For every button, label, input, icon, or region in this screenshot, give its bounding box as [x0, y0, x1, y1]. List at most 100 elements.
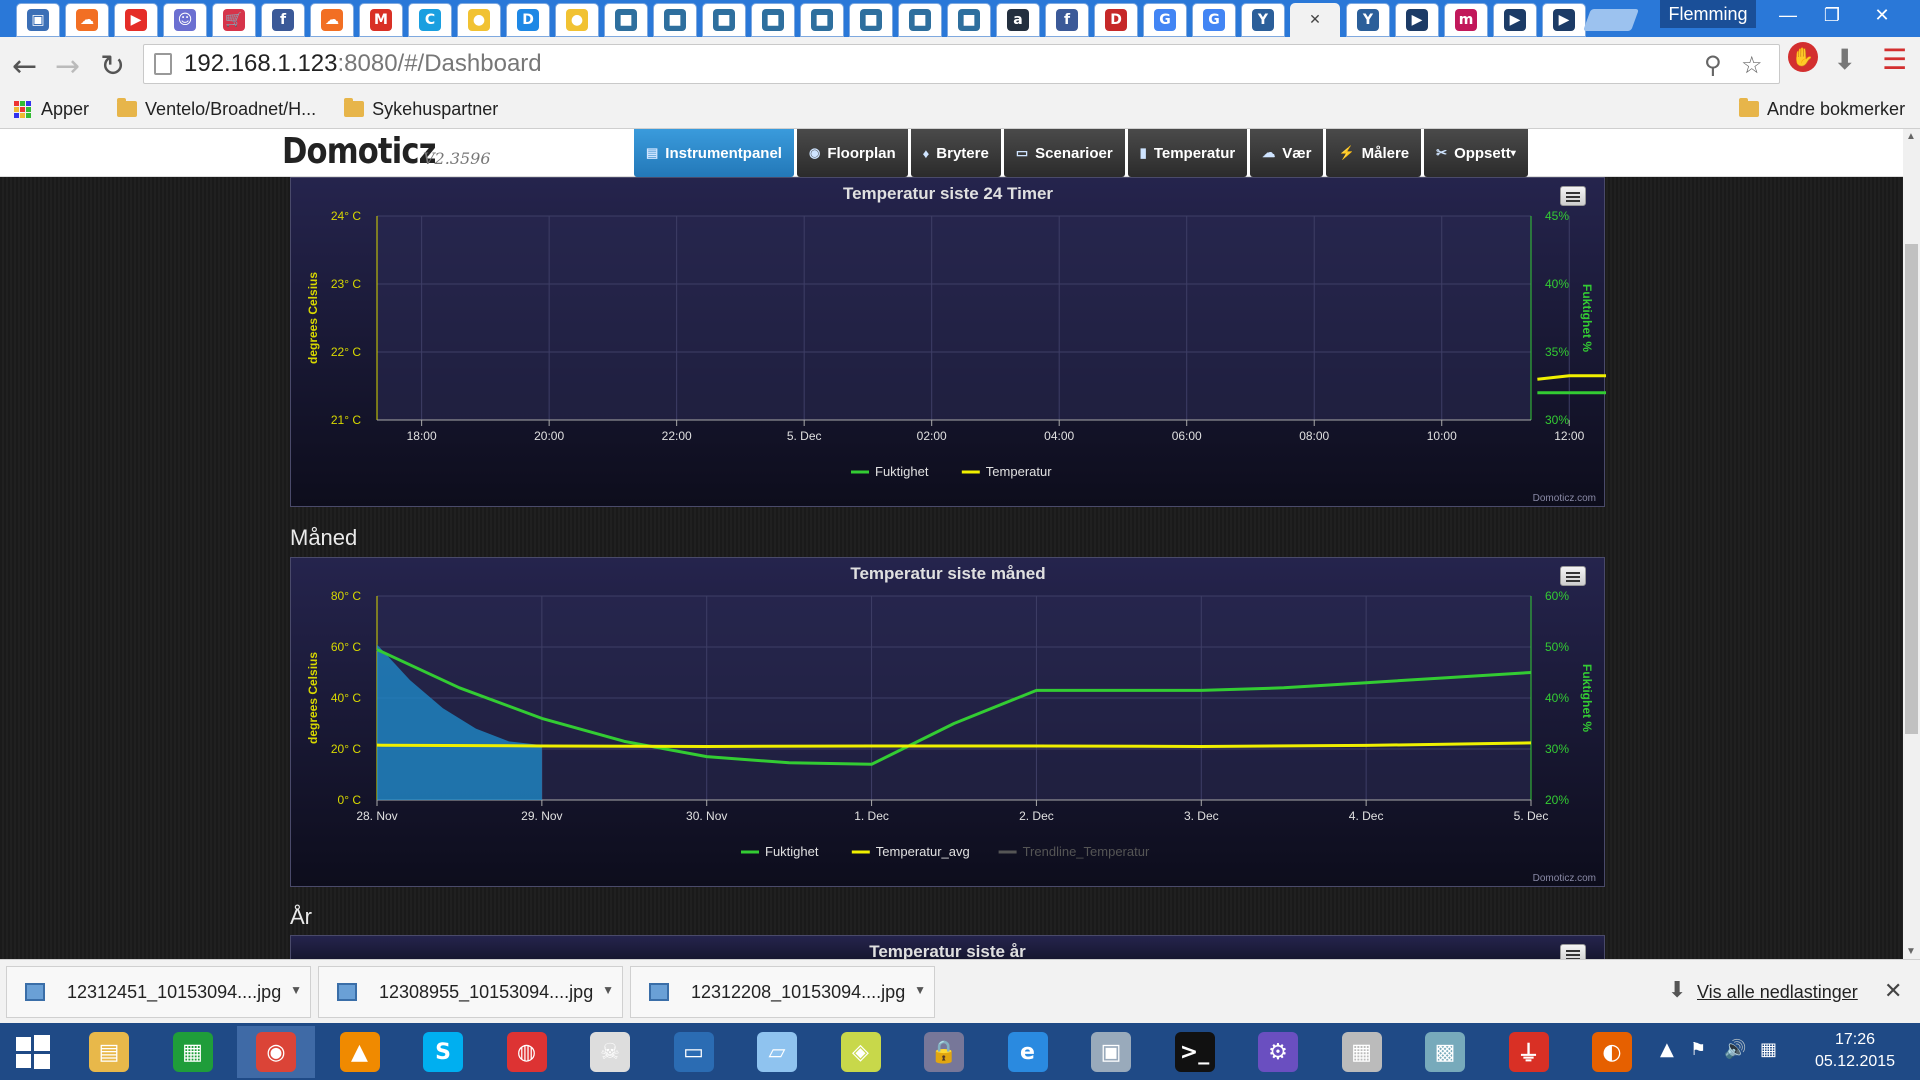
taskbar-app[interactable]: e [989, 1026, 1067, 1078]
browser-tab[interactable]: ▶ [1493, 3, 1537, 37]
reload-button-icon[interactable]: ↻ [100, 49, 125, 84]
bookmark-folder-sykehuspartner[interactable]: Sykehuspartner [344, 98, 498, 120]
show-all-downloads-link[interactable]: Vis alle nedlastinger [1697, 982, 1858, 1003]
nav-scenarioer[interactable]: ▭ Scenarioer [1003, 129, 1125, 177]
browser-tab[interactable]: G [1192, 3, 1236, 37]
new-tab-button[interactable] [1582, 9, 1640, 31]
browser-tab[interactable]: ■ [898, 3, 942, 37]
browser-tab[interactable]: ▶ [1542, 3, 1586, 37]
url-text[interactable]: 192.168.1.123:8080/#/Dashboard [184, 50, 542, 78]
chart-credit[interactable]: Domoticz.com [1533, 873, 1596, 884]
scroll-down-icon[interactable]: ▼ [1906, 946, 1916, 957]
download-item[interactable]: 12312208_10153094....jpg ▼ [630, 966, 935, 1018]
dropdown-arrow-icon[interactable]: ▼ [290, 983, 302, 997]
taskbar-app[interactable]: ▩ [1406, 1026, 1484, 1078]
legend-item[interactable]: Fuktighet [741, 844, 819, 859]
taskbar-app[interactable]: ⚙ [1239, 1026, 1317, 1078]
dropdown-arrow-icon[interactable]: ▼ [602, 983, 614, 997]
close-window-icon[interactable]: ✕ [1858, 0, 1906, 30]
browser-tab[interactable]: C [408, 3, 452, 37]
minimize-icon[interactable]: — [1764, 0, 1812, 30]
legend-item[interactable]: Fuktighet [851, 464, 929, 479]
taskbar-app[interactable]: ◐ [1573, 1026, 1651, 1078]
taskbar-app[interactable]: ▭ [655, 1026, 733, 1078]
bookmark-folder-ventelo[interactable]: Ventelo/Broadnet/H... [117, 98, 316, 120]
restore-icon[interactable]: ❐ [1808, 0, 1856, 30]
browser-tab[interactable]: ■ [947, 3, 991, 37]
other-bookmarks[interactable]: Andre bokmerker [1739, 98, 1905, 120]
browser-tab[interactable]: ▶ [1395, 3, 1439, 37]
download-item[interactable]: 12312451_10153094....jpg ▼ [6, 966, 311, 1018]
browser-tab[interactable]: ▶ [114, 3, 158, 37]
menu-icon[interactable]: ☰ [1882, 43, 1907, 76]
browser-tab[interactable]: ▣ [16, 3, 60, 37]
browser-tab[interactable]: ☁ [310, 3, 354, 37]
action-center-flag-icon[interactable]: ⚑ [1690, 1039, 1706, 1060]
browser-tab[interactable]: ☺ [163, 3, 207, 37]
taskbar-app[interactable]: S [404, 1026, 482, 1078]
start-button[interactable] [0, 1026, 66, 1078]
browser-tab[interactable]: ● [555, 3, 599, 37]
legend-item[interactable]: Trendline_Temperatur [998, 844, 1150, 859]
browser-tab[interactable]: ■ [702, 3, 746, 37]
nav-temperatur[interactable]: ▮ Temperatur [1127, 129, 1248, 177]
system-clock[interactable]: 17:26 05.12.2015 [1800, 1029, 1910, 1073]
browser-tab[interactable]: D [1094, 3, 1138, 37]
adblock-icon[interactable]: ✋ [1788, 42, 1818, 72]
browser-tab[interactable]: Y [1241, 3, 1285, 37]
nav-brytere[interactable]: ♦ Brytere [910, 129, 1001, 177]
browser-tab[interactable]: G [1143, 3, 1187, 37]
browser-tab[interactable]: ■ [849, 3, 893, 37]
scroll-up-icon[interactable]: ▲ [1906, 131, 1916, 142]
taskbar-app[interactable]: ▦ [154, 1026, 232, 1078]
browser-tab[interactable]: ☁ [65, 3, 109, 37]
taskbar-app[interactable]: ▦ [1323, 1026, 1401, 1078]
browser-tab[interactable]: M [359, 3, 403, 37]
download-item[interactable]: 12308955_10153094....jpg ▼ [318, 966, 623, 1018]
browser-tab[interactable]: D [506, 3, 550, 37]
browser-tab[interactable]: m [1444, 3, 1488, 37]
browser-tab[interactable]: ● [457, 3, 501, 37]
close-download-bar-icon[interactable]: ✕ [1884, 978, 1902, 1004]
back-button-icon[interactable]: ← [12, 49, 37, 84]
network-icon[interactable]: ▦ [1760, 1039, 1777, 1060]
browser-tab[interactable]: a [996, 3, 1040, 37]
chart-menu-button[interactable] [1560, 186, 1586, 206]
forward-button-icon[interactable]: → [55, 49, 80, 84]
browser-tab[interactable]: ✕ [1290, 3, 1340, 37]
browser-tab[interactable]: 🛒 [212, 3, 256, 37]
taskbar-app[interactable]: ⏚ [1490, 1026, 1568, 1078]
taskbar-app[interactable]: ◉ [237, 1026, 315, 1078]
taskbar-app[interactable]: ◍ [488, 1026, 566, 1078]
nav-v-r[interactable]: ☁ Vær [1250, 129, 1324, 177]
star-icon[interactable]: ☆ [1741, 51, 1763, 79]
taskbar-app[interactable]: ☠ [571, 1026, 649, 1078]
browser-tab[interactable]: Y [1346, 3, 1390, 37]
profile-name[interactable]: Flemming [1660, 0, 1756, 28]
page-scrollbar[interactable]: ▲ ▼ [1903, 129, 1920, 959]
taskbar-app[interactable]: 🔒 [905, 1026, 983, 1078]
download-arrow-icon[interactable]: ⬇ [1833, 43, 1856, 76]
browser-tab[interactable]: ■ [751, 3, 795, 37]
browser-tab[interactable]: f [261, 3, 305, 37]
browser-tab[interactable]: ■ [604, 3, 648, 37]
nav-floorplan[interactable]: ◉ Floorplan [796, 129, 908, 177]
legend-item[interactable]: Temperatur [961, 464, 1052, 479]
taskbar-app[interactable]: >_ [1156, 1026, 1234, 1078]
search-icon[interactable]: ⚲ [1704, 51, 1722, 79]
taskbar-app[interactable]: ▤ [70, 1026, 148, 1078]
browser-tab[interactable]: ■ [653, 3, 697, 37]
taskbar-app[interactable]: ▱ [738, 1026, 816, 1078]
browser-tab[interactable]: f [1045, 3, 1089, 37]
address-bar[interactable]: 192.168.1.123:8080/#/Dashboard ⚲ ☆ [143, 44, 1780, 84]
nav-oppsett[interactable]: ✂ Oppsett ▾ [1424, 129, 1528, 177]
dropdown-arrow-icon[interactable]: ▼ [914, 983, 926, 997]
volume-icon[interactable]: 🔊 [1724, 1039, 1746, 1060]
nav-m-lere[interactable]: ⚡ Målere [1326, 129, 1422, 177]
chart-menu-button[interactable] [1560, 566, 1586, 586]
browser-tab[interactable]: ■ [800, 3, 844, 37]
bookmark-apps[interactable]: Apper [14, 99, 89, 120]
tray-expand-icon[interactable]: ▲ [1660, 1039, 1674, 1060]
nav-instrumentpanel[interactable]: ▤ Instrumentpanel [634, 129, 794, 177]
legend-item[interactable]: Temperatur_avg [851, 844, 970, 859]
